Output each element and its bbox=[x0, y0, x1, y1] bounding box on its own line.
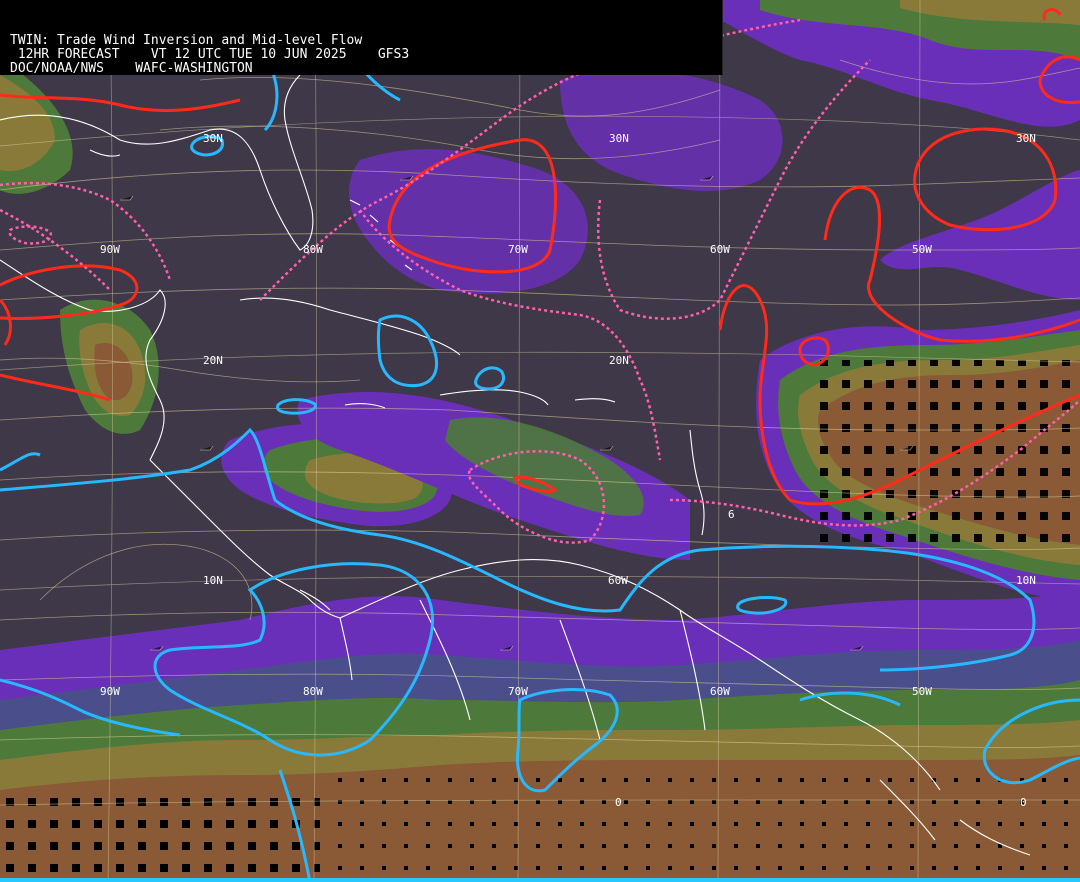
label-30n-c: 30N bbox=[1016, 132, 1036, 145]
label-70w-a: 70W bbox=[508, 243, 528, 256]
label-60w-a: 60W bbox=[710, 243, 730, 256]
label-0-b: 0 bbox=[1020, 796, 1027, 809]
label-90w-a: 90W bbox=[100, 243, 120, 256]
label-90w-b: 90W bbox=[100, 685, 120, 698]
forecast-validity: 12HR FORECAST VT 12 UTC TUE 10 JUN 2025 … bbox=[10, 47, 410, 62]
label-60w-c: 60W bbox=[608, 574, 628, 587]
bottom-border bbox=[0, 878, 1080, 882]
twin-forecast-map: 30N 30N 30N 20N 20N 10N 10N 90W 80W 70W … bbox=[0, 0, 1080, 882]
label-20n-a: 20N bbox=[203, 354, 223, 367]
title-block: TWIN: Trade Wind Inversion and Mid-level… bbox=[0, 0, 723, 76]
label-30n-b: 30N bbox=[609, 132, 629, 145]
agency-line: DOC/NOAA/NWS WAFC-WASHINGTON bbox=[10, 61, 253, 76]
label-80w-a: 80W bbox=[303, 243, 323, 256]
label-20n-b: 20N bbox=[609, 354, 629, 367]
label-50w-b: 50W bbox=[912, 685, 932, 698]
label-contour-6: 6 bbox=[728, 508, 735, 521]
label-0-a: 0 bbox=[615, 796, 622, 809]
label-50w-a: 50W bbox=[912, 243, 932, 256]
label-60w-b: 60W bbox=[710, 685, 730, 698]
label-30n-a: 30N bbox=[203, 132, 223, 145]
label-70w-b: 70W bbox=[508, 685, 528, 698]
label-10n-b: 10N bbox=[1016, 574, 1036, 587]
label-80w-b: 80W bbox=[303, 685, 323, 698]
chart-title: TWIN: Trade Wind Inversion and Mid-level… bbox=[10, 33, 363, 48]
label-10n-a: 10N bbox=[203, 574, 223, 587]
